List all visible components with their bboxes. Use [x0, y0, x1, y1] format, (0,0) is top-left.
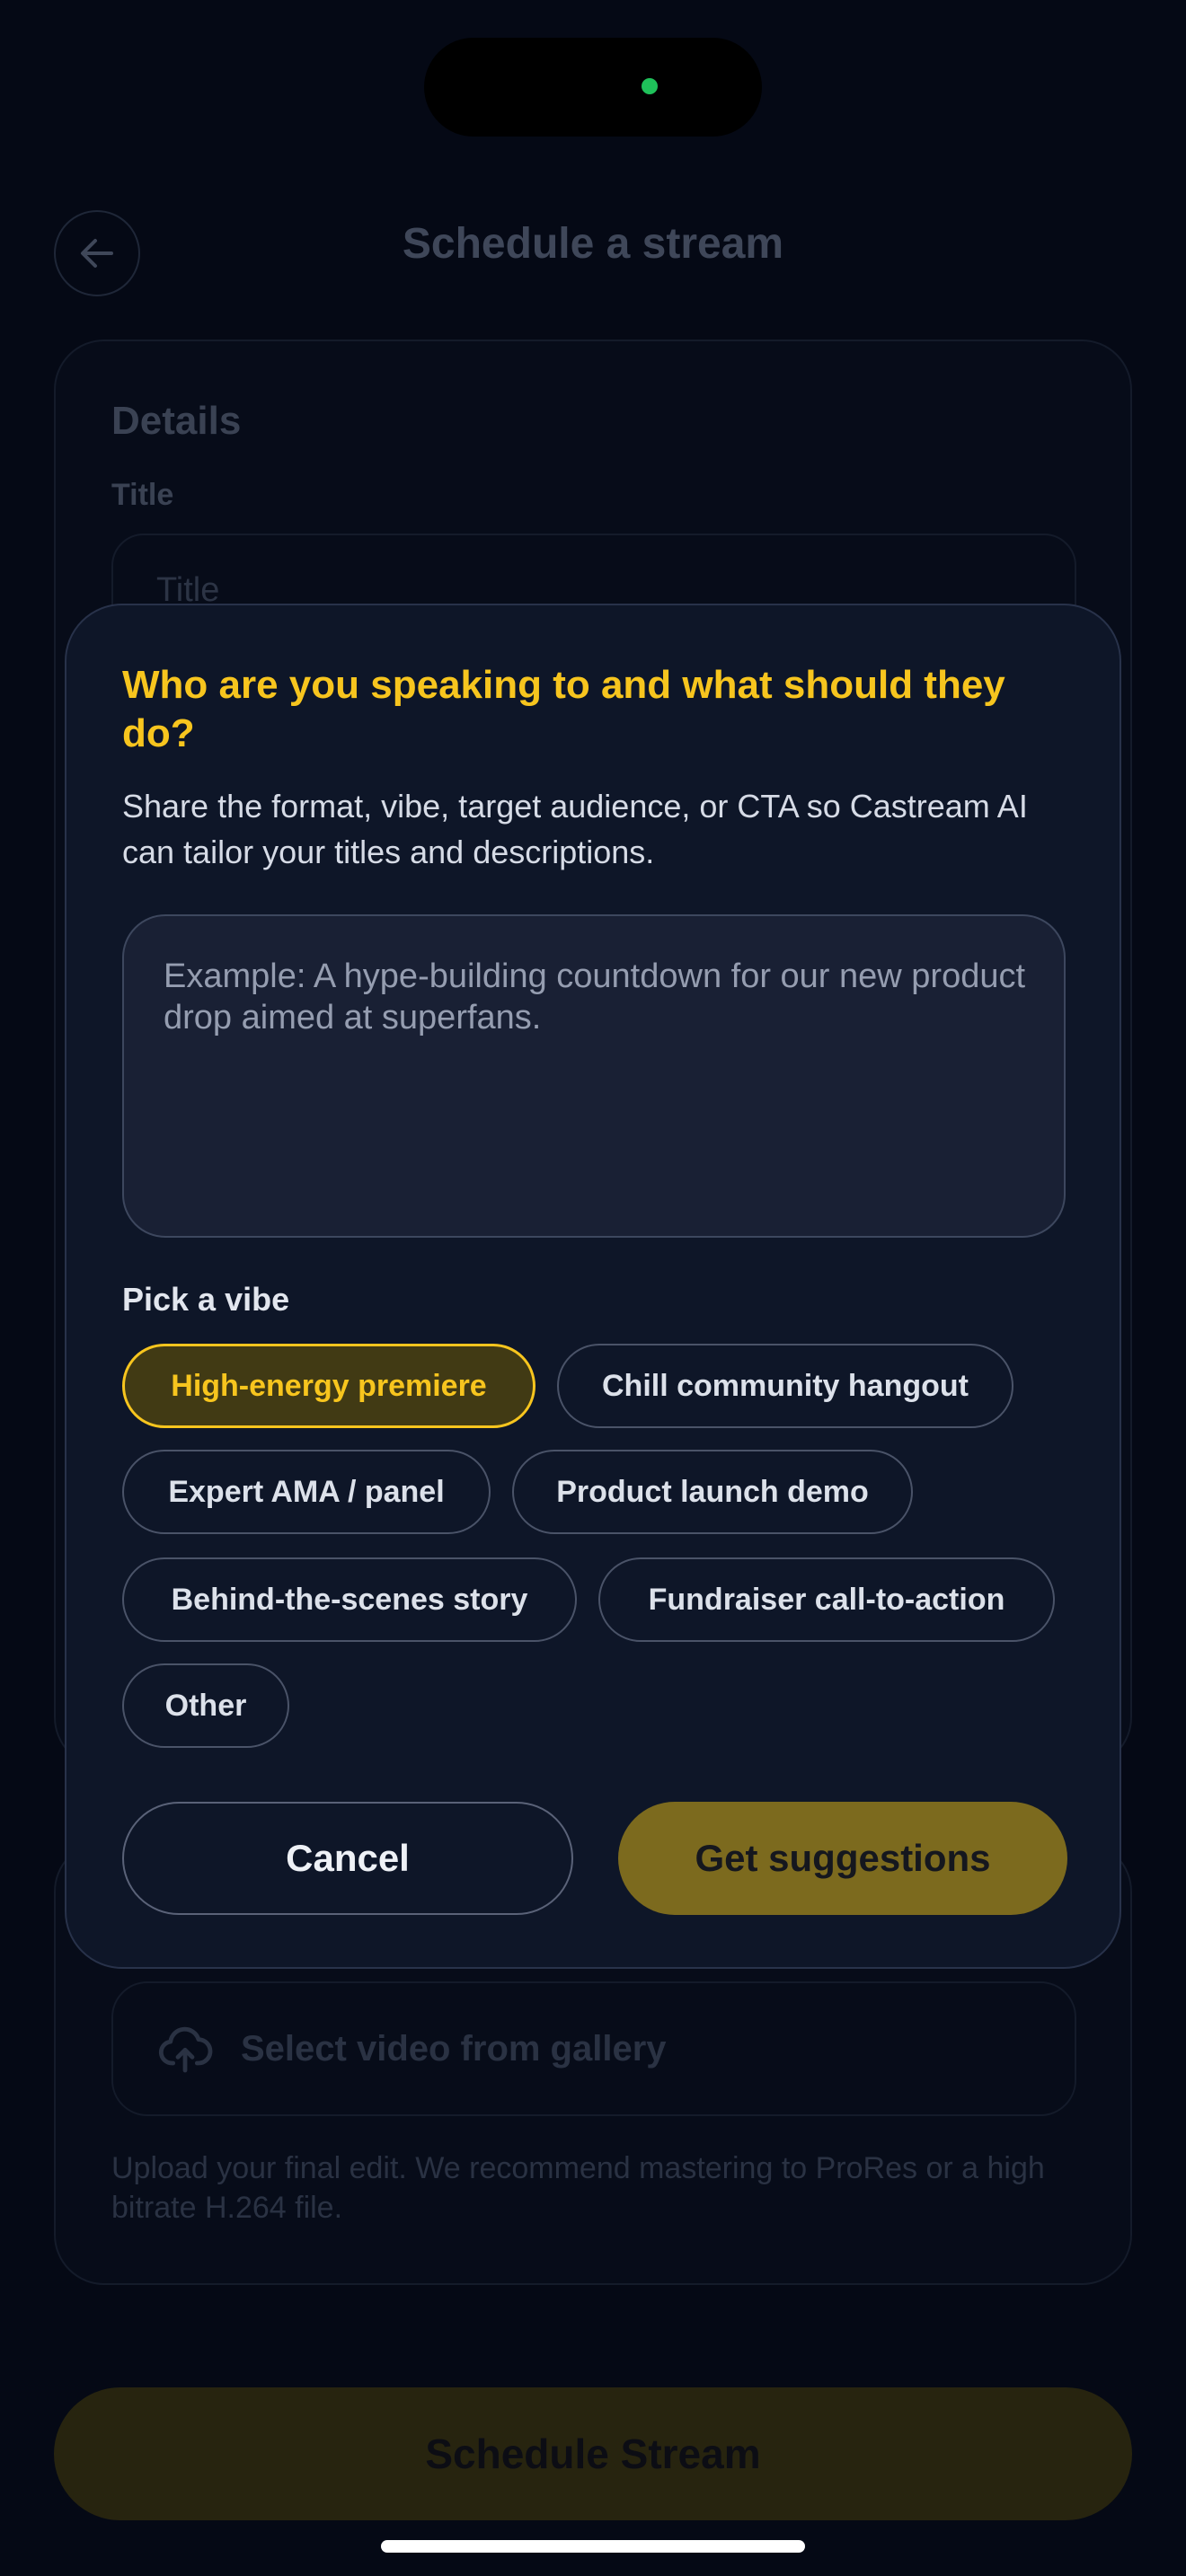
- dynamic-island: [424, 38, 762, 137]
- vibe-chip-high-energy-premiere[interactable]: High-energy premiere: [122, 1344, 535, 1428]
- vibe-chip-fundraiser-call-to-action[interactable]: Fundraiser call-to-action: [598, 1557, 1055, 1642]
- upload-help-text: Upload your final edit. We recommend mas…: [111, 2151, 1045, 2225]
- page-title: Schedule a stream: [402, 220, 784, 268]
- modal-title: Who are you speaking to and what should …: [122, 663, 1005, 755]
- home-indicator[interactable]: [381, 2540, 805, 2553]
- ai-suggestions-modal: Who are you speaking to and what should …: [65, 604, 1121, 1969]
- audience-prompt-input[interactable]: [122, 914, 1066, 1238]
- vibe-chip-expert-ama-panel[interactable]: Expert AMA / panel: [122, 1450, 491, 1534]
- details-section-title: Details: [111, 399, 242, 443]
- vibe-chip-chill-community-hangout[interactable]: Chill community hangout: [557, 1344, 1013, 1428]
- select-video-label: Select video from gallery: [241, 2028, 667, 2069]
- vibe-chip-behind-the-scenes-story[interactable]: Behind-the-scenes story: [122, 1557, 577, 1642]
- camera-indicator-dot: [642, 78, 658, 94]
- cloud-upload-icon: [158, 2026, 213, 2073]
- cancel-button[interactable]: Cancel: [122, 1802, 573, 1915]
- title-field-label: Title: [111, 478, 174, 512]
- select-video-button[interactable]: Select video from gallery: [111, 1981, 1076, 2116]
- pick-vibe-label: Pick a vibe: [122, 1281, 290, 1318]
- modal-description: Share the format, vibe, target audience,…: [122, 788, 1028, 870]
- get-suggestions-button[interactable]: Get suggestions: [618, 1802, 1067, 1915]
- vibe-chip-other[interactable]: Other: [122, 1663, 289, 1748]
- schedule-stream-button[interactable]: Schedule Stream: [54, 2387, 1132, 2520]
- vibe-chip-product-launch-demo[interactable]: Product launch demo: [512, 1450, 913, 1534]
